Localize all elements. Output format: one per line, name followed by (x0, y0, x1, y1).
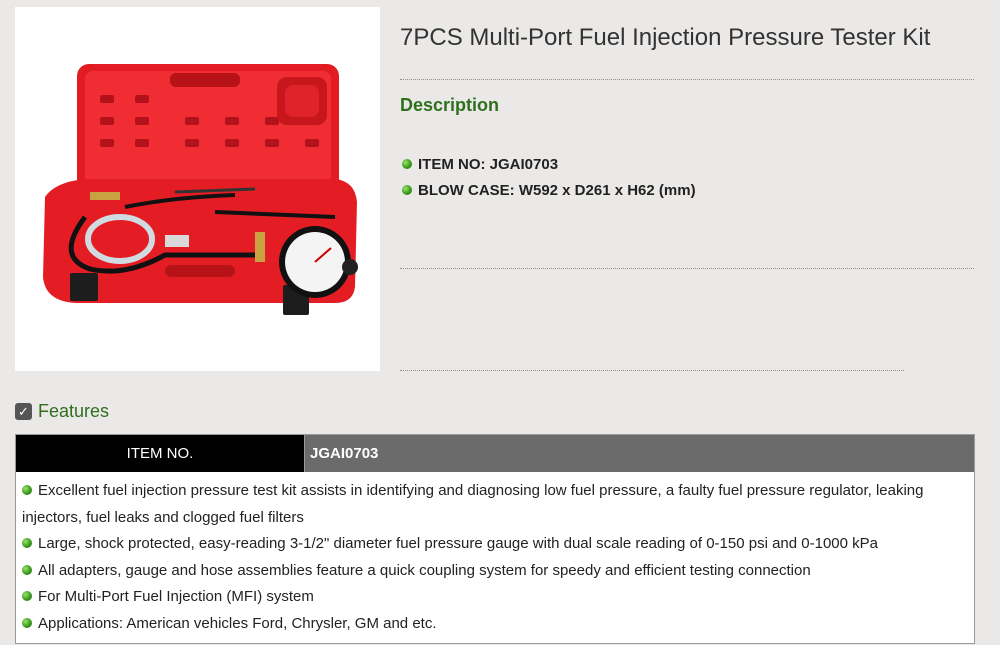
feature-item: All adapters, gauge and hose assemblies … (22, 558, 968, 585)
feature-text: For Multi-Port Fuel Injection (MFI) syst… (38, 588, 314, 605)
spec-list: ITEM NO: JGAI0703 BLOW CASE: W592 x D261… (402, 151, 696, 203)
product-image[interactable] (15, 7, 380, 371)
bullet-icon (22, 591, 32, 602)
bottom-divider (400, 370, 904, 371)
description-heading: Description (400, 95, 500, 115)
feature-item: Large, shock protected, easy-reading 3-1… (22, 531, 968, 558)
table-header: ITEM NO. JGAI0703 (16, 435, 974, 472)
spec-divider (400, 268, 974, 269)
spec-item: ITEM NO: JGAI0703 (402, 151, 696, 177)
checkbox-checked-icon[interactable]: ✓ (15, 403, 32, 420)
product-title: 7PCS Multi-Port Fuel Injection Pressure … (400, 24, 931, 51)
item-no-label: ITEM NO. (16, 435, 304, 472)
bullet-icon (22, 564, 32, 575)
spec-item: BLOW CASE: W592 x D261 x H62 (mm) (402, 177, 696, 203)
spec-item-label: BLOW CASE: W592 x D261 x H62 (mm) (418, 181, 696, 199)
feature-item: Excellent fuel injection pressure test k… (22, 478, 968, 531)
features-toggle[interactable]: ✓ Features (15, 401, 109, 422)
bullet-icon (22, 485, 32, 496)
feature-text: Large, shock protected, easy-reading 3-1… (38, 535, 879, 552)
bullet-icon (22, 538, 32, 549)
feature-text: Applications: American vehicles Ford, Ch… (38, 614, 437, 632)
title-divider (400, 79, 974, 80)
feature-text: Excellent fuel injection pressure test k… (22, 482, 924, 526)
feature-item: For Multi-Port Fuel Injection (MFI) syst… (22, 584, 968, 611)
features-heading: Features (38, 401, 110, 421)
bullet-icon (22, 617, 32, 628)
feature-item: Applications: American vehicles Ford, Ch… (22, 611, 968, 638)
feature-list: Excellent fuel injection pressure test k… (16, 472, 974, 637)
feature-text: All adapters, gauge and hose assemblies … (38, 561, 811, 579)
spec-item-label: ITEM NO: JGAI0703 (418, 155, 559, 173)
bullet-icon (402, 159, 412, 169)
item-no-value: JGAI0703 (304, 435, 974, 472)
features-table: ITEM NO. JGAI0703 Excellent fuel injecti… (15, 434, 975, 644)
bullet-icon (402, 185, 412, 195)
